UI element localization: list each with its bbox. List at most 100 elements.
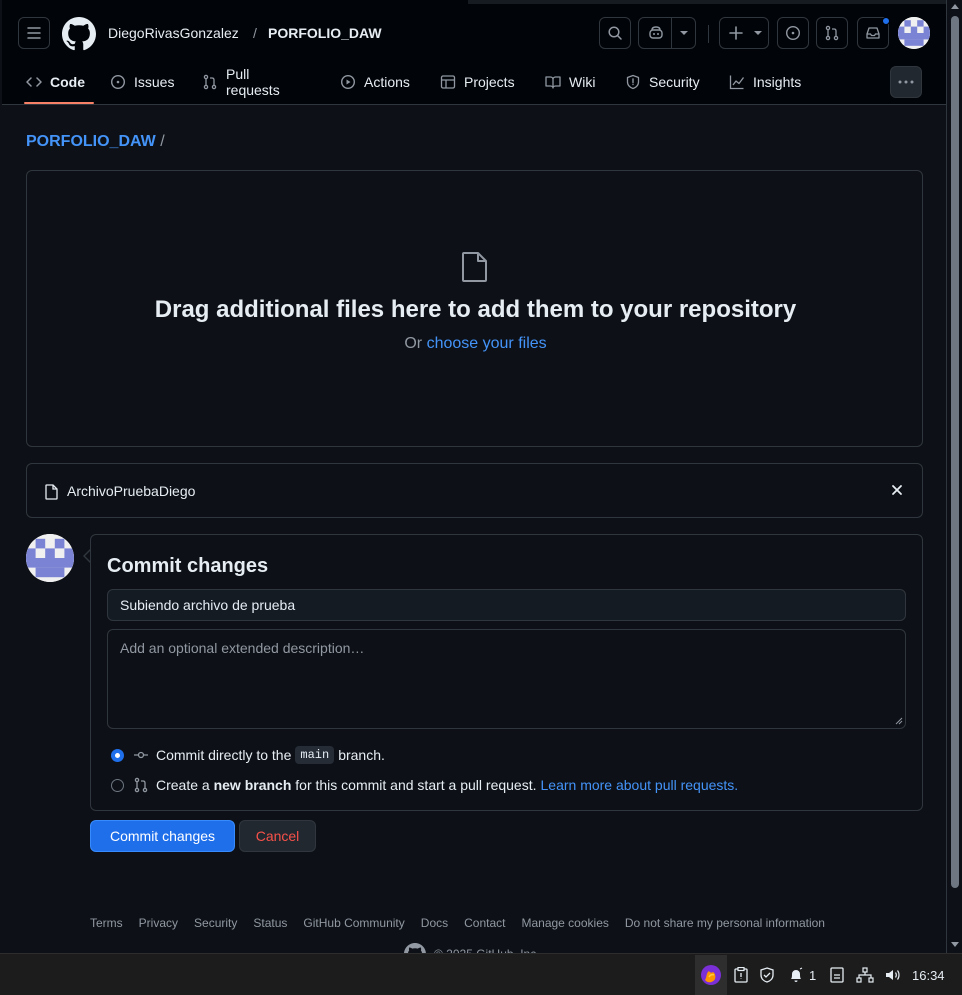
footer-link[interactable]: GitHub Community xyxy=(303,916,404,930)
search-button[interactable] xyxy=(599,17,631,49)
notification-bell-icon[interactable] xyxy=(788,967,804,983)
tab-label: Insights xyxy=(753,74,802,90)
new-branch-text-pre: Create a xyxy=(156,777,210,793)
commit-message-input[interactable] xyxy=(107,589,906,621)
firefox-taskbar-button[interactable] xyxy=(695,955,727,995)
repo-link[interactable]: PORFOLIO_DAW xyxy=(268,25,382,41)
learn-more-pr-link[interactable]: Learn more about pull requests. xyxy=(541,777,739,793)
footer-link[interactable]: Terms xyxy=(90,916,123,930)
commit-direct-text-pre: Commit directly to the xyxy=(156,747,292,763)
git-commit-icon xyxy=(134,751,148,759)
play-icon xyxy=(340,74,356,90)
create-new-button[interactable] xyxy=(719,17,769,49)
window-icon[interactable] xyxy=(830,967,844,983)
volume-icon[interactable] xyxy=(884,967,902,983)
tab-label: Actions xyxy=(364,74,410,90)
tab-issues[interactable]: Issues xyxy=(110,62,174,102)
tab-label: Security xyxy=(649,74,700,90)
footer-link[interactable]: Status xyxy=(253,916,287,930)
drop-zone-title: Drag additional files here to add them t… xyxy=(154,296,797,323)
drop-zone-or: Or xyxy=(404,335,423,352)
search-icon xyxy=(608,26,622,40)
choose-files-link[interactable]: choose your files xyxy=(427,335,547,352)
breadcrumb: PORFOLIO_DAW / xyxy=(26,133,165,151)
uploaded-file-row: ArchivoPruebaDiego xyxy=(26,463,923,518)
plus-icon xyxy=(729,26,743,40)
shield-icon xyxy=(626,74,640,90)
breadcrumb-repo-link[interactable]: PORFOLIO_DAW xyxy=(26,133,156,150)
tab-security[interactable]: Security xyxy=(625,62,700,102)
tab-label: Wiki xyxy=(569,74,596,90)
more-tabs-button[interactable] xyxy=(890,66,922,98)
taskbar-clock[interactable]: 16:34 xyxy=(912,968,945,983)
tab-code[interactable]: Code xyxy=(26,62,85,102)
commit-form: Commit changes Commit directly to the ma… xyxy=(90,534,923,811)
scroll-down-arrow[interactable] xyxy=(951,942,959,947)
issue-opened-icon xyxy=(785,25,801,41)
active-tab-indicator xyxy=(24,102,94,104)
firefox-icon xyxy=(701,965,721,985)
tab-projects[interactable]: Projects xyxy=(440,62,515,102)
app-header: DiegoRivasGonzalez / PORFOLIO_DAW Code I… xyxy=(2,0,948,105)
branch-name: main xyxy=(295,746,335,764)
tab-label: Projects xyxy=(464,74,515,90)
git-pull-request-icon xyxy=(134,777,148,793)
drop-zone-subtitle: Or choose your files xyxy=(27,335,924,353)
scroll-thumb[interactable] xyxy=(951,16,959,888)
notification-dot xyxy=(882,17,890,25)
commit-direct-option[interactable]: Commit directly to the main branch. xyxy=(111,745,385,765)
radio-commit-direct[interactable] xyxy=(111,748,124,762)
owner-link[interactable]: DiegoRivasGonzalez xyxy=(108,25,239,41)
footer-link[interactable]: Contact xyxy=(464,916,505,930)
issues-button[interactable] xyxy=(777,17,809,49)
hamburger-icon xyxy=(27,27,41,39)
commit-changes-button[interactable]: Commit changes xyxy=(90,820,235,852)
close-icon[interactable] xyxy=(891,484,903,496)
file-drop-zone[interactable]: Drag additional files here to add them t… xyxy=(26,170,923,447)
user-avatar[interactable] xyxy=(898,17,930,49)
tab-pull-requests[interactable]: Pull requests xyxy=(202,62,280,102)
commit-description-textarea[interactable] xyxy=(107,629,906,729)
page-scrollbar[interactable] xyxy=(946,0,962,953)
new-branch-text-bold: new branch xyxy=(213,777,292,793)
system-taskbar: 1 16:34 xyxy=(0,953,962,995)
footer-link[interactable]: Do not share my personal information xyxy=(625,916,825,930)
file-icon xyxy=(45,484,58,500)
footer-link[interactable]: Manage cookies xyxy=(521,916,608,930)
tab-insights[interactable]: Insights xyxy=(729,62,801,102)
footer-links: Terms Privacy Security Status GitHub Com… xyxy=(90,916,825,930)
git-pull-request-icon xyxy=(203,74,217,90)
cancel-button[interactable]: Cancel xyxy=(239,820,316,852)
new-branch-option[interactable]: Create a new branch for this commit and … xyxy=(111,775,738,795)
copilot-icon xyxy=(649,26,663,39)
shield-check-icon[interactable] xyxy=(759,967,775,983)
git-pull-request-icon xyxy=(825,25,839,41)
kebab-horizontal-icon xyxy=(898,80,914,84)
code-icon xyxy=(26,77,42,87)
menu-button[interactable] xyxy=(18,17,50,49)
notification-count: 1 xyxy=(809,968,817,983)
footer-link[interactable]: Privacy xyxy=(139,916,178,930)
file-icon xyxy=(462,252,487,282)
radio-new-branch[interactable] xyxy=(111,778,124,792)
tab-label: Code xyxy=(50,74,85,90)
resize-grip-icon[interactable] xyxy=(895,717,903,725)
issue-opened-icon xyxy=(110,74,126,90)
github-logo-icon[interactable] xyxy=(62,17,96,51)
scroll-up-arrow[interactable] xyxy=(951,4,959,9)
identicon-icon xyxy=(26,534,74,582)
footer-link[interactable]: Security xyxy=(194,916,237,930)
header-divider xyxy=(708,25,709,43)
identicon-icon xyxy=(898,17,930,49)
tab-wiki[interactable]: Wiki xyxy=(545,62,595,102)
tab-label: Pull requests xyxy=(226,66,280,98)
copilot-button[interactable] xyxy=(638,17,696,49)
commit-author-avatar xyxy=(26,534,74,582)
clipboard-icon[interactable] xyxy=(734,967,748,983)
chevron-down-icon xyxy=(680,31,688,35)
pull-requests-button[interactable] xyxy=(816,17,848,49)
network-icon[interactable] xyxy=(856,967,874,983)
footer-link[interactable]: Docs xyxy=(421,916,448,930)
table-icon xyxy=(440,75,456,89)
tab-actions[interactable]: Actions xyxy=(340,62,410,102)
